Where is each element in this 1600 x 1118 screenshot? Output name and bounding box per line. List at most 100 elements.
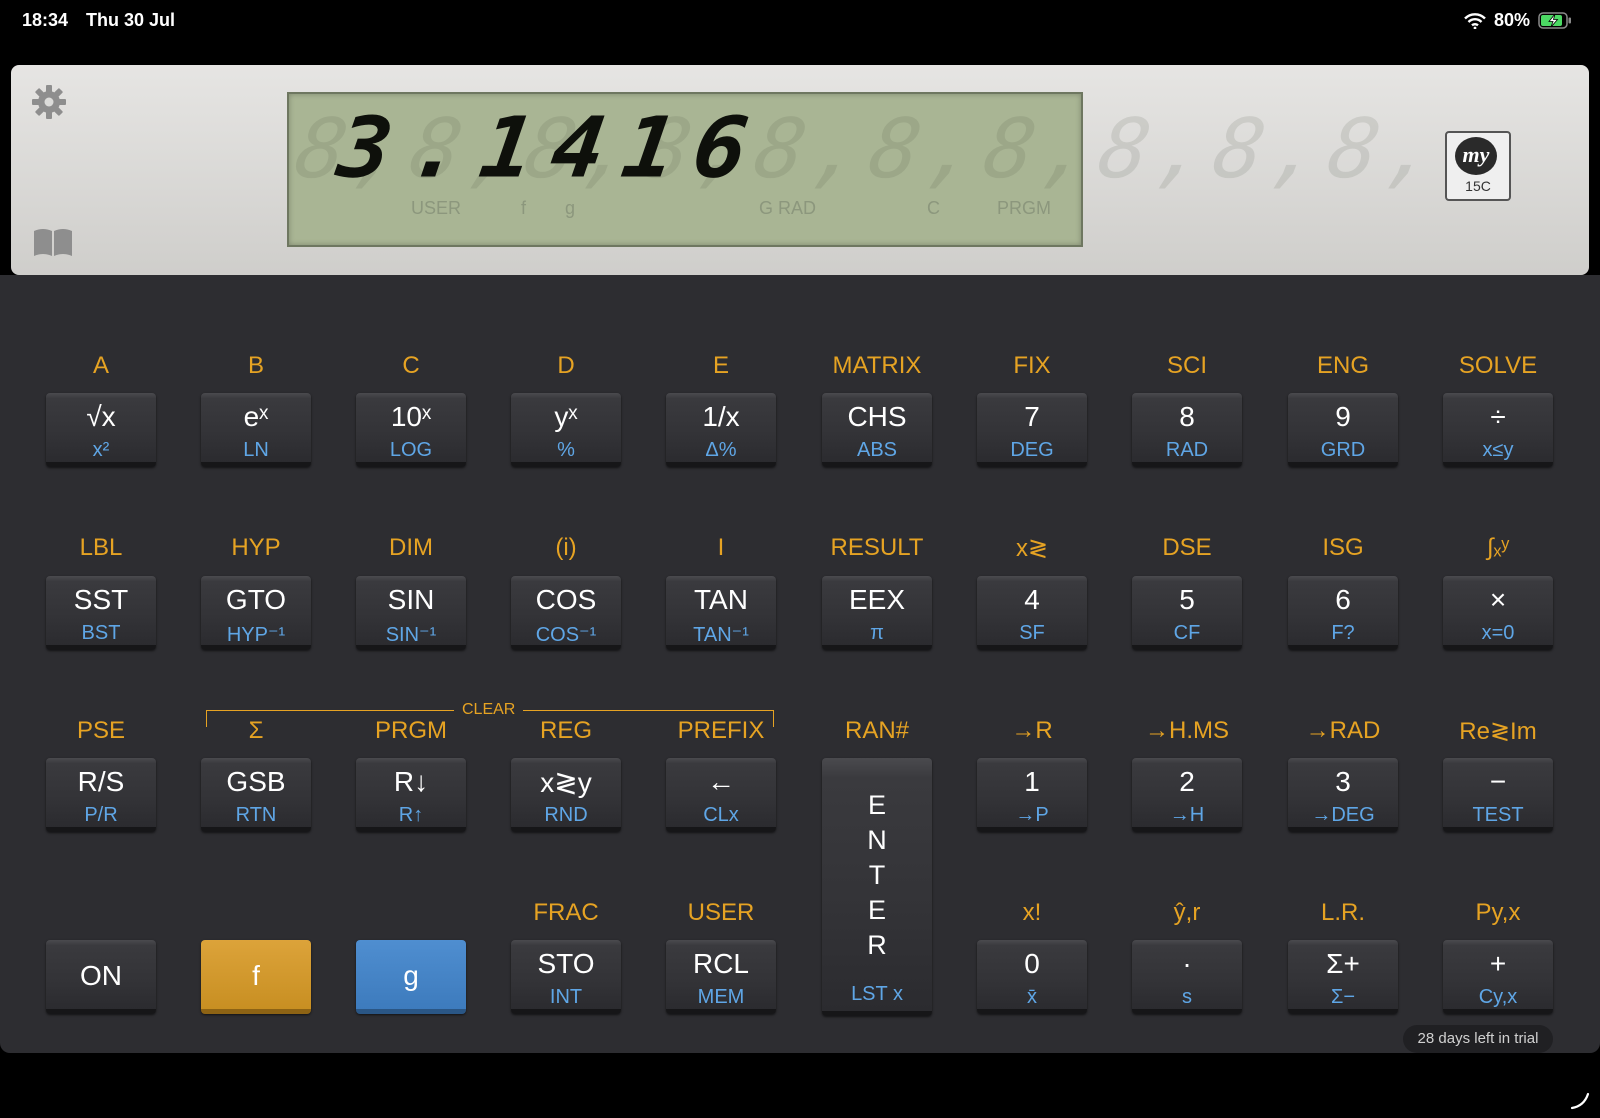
key-blue-label: HYP⁻¹ [226,624,286,646]
gold-label-r2c2: HYP [231,534,281,561]
gear-icon[interactable] [30,83,68,121]
key-r1c7[interactable]: 7 DEG [977,393,1087,467]
key-face-label: g [403,960,419,991]
clear-label: CLEAR [454,701,524,719]
key-r1c10[interactable]: ÷ x≤y [1443,393,1553,467]
key-face-label: x≷y [540,767,592,798]
key-r1c2[interactable]: eˣ LN [201,393,311,467]
gold-label-r1c2: B [247,352,264,379]
key-r2c8[interactable]: 5 CF [1132,576,1242,650]
gold-label-r3c9: →RAD [1305,717,1381,744]
key-blue-label: F? [1331,622,1355,644]
key-face-label: · [1182,948,1192,979]
gold-label-r1c5: E [712,352,729,379]
gold-label-r1c6: MATRIX [832,352,922,379]
key-r3c10[interactable]: − TEST [1443,758,1553,832]
annunciator-f: f [521,198,527,218]
key-blue-label: RTN [235,804,277,826]
key-face-label: GTO [225,584,287,615]
gold-label-r2c6: RESULT [830,534,924,561]
key-r1c1[interactable]: √x x² [46,393,156,467]
gold-label-r4c9: L.R. [1320,899,1365,926]
key-r1c4[interactable]: yˣ% [511,393,621,467]
key-r1c8[interactable]: 8 RAD [1132,393,1242,467]
gold-label-r3c1: PSE [76,717,126,744]
key-r2c5[interactable]: TAN TAN⁻¹ [666,576,776,650]
key-face-label: EEX [848,584,906,615]
key-r2c9[interactable]: 6 F? [1288,576,1398,650]
gold-label-r4c7: x! [1022,899,1042,926]
gold-label-r1c10: SOLVE [1458,352,1538,379]
key-r4c4[interactable]: STO INT [511,940,621,1014]
key-blue-label: RND [544,804,588,826]
gold-label-r3c10: Re≷Im [1459,718,1537,745]
key-r1c3[interactable]: 10ˣ LOG [356,393,466,467]
key-blue-label: % [557,439,575,461]
key-blue-label: →DEG [1311,804,1375,826]
key-face-label: R/S [77,766,125,797]
key-face-label: 6 [1335,584,1351,615]
book-icon[interactable] [32,226,74,258]
key-r3c7[interactable]: 1 →P [977,758,1087,832]
key-blue-label: SF [1019,622,1045,644]
enter-key-label: E N T E R [867,790,887,960]
key-r4c5[interactable]: RCL MEM [666,940,776,1014]
annunciator-user: USER [411,198,462,218]
key-r4c8[interactable]: · s [1132,940,1242,1014]
resize-handle-icon [1570,1092,1590,1110]
key-r2c2[interactable]: GTO HYP⁻¹ [201,576,311,650]
gold-label-r2c8: DSE [1162,534,1212,561]
key-r2c6[interactable]: EEX π [822,576,932,650]
lcd-display: 8,8,8,8,8,8,8,8,8,8, 3.1416 USER f g G R… [287,92,1453,247]
key-r1c6[interactable]: CHS ABS [822,393,932,467]
key-r4c2[interactable]: f [201,940,311,1014]
key-r3c3[interactable]: R↓ R↑ [356,758,466,832]
key-r1c5[interactable]: 1/x Δ% [666,393,776,467]
key-face-label: 7 [1024,401,1040,432]
key-r3c1[interactable]: R/S P/R [46,758,156,832]
key-face-label: R↓ [393,766,429,797]
key-r3c4[interactable]: x≷y RND [511,758,621,832]
annunciator-g: g [565,198,576,218]
key-r1c9[interactable]: 9 GRD [1288,393,1398,467]
key-r3c8[interactable]: 2 →H [1132,758,1242,832]
key-r4c1[interactable]: ON [46,940,156,1014]
battery-charging-icon [1538,12,1571,29]
key-blue-label: x=0 [1481,622,1515,644]
key-r3c5[interactable]: ← CLx [666,758,776,832]
lcd-value: 3.1416 [332,98,772,197]
key-face-label: 3 [1335,766,1351,797]
key-face-label: 10ˣ [390,401,432,432]
logo-mark: my [1455,137,1497,175]
gold-label-r1c7: FIX [1013,352,1051,379]
key-r4c9[interactable]: Σ+ Σ− [1288,940,1398,1014]
key-r2c3[interactable]: SIN SIN⁻¹ [356,576,466,650]
gold-label-r1c3: C [402,352,420,379]
my15c-logo[interactable]: my 15C [1445,131,1511,201]
key-r3c2[interactable]: GSB RTN [201,758,311,832]
annunciator-grad: G RAD [759,198,817,218]
key-blue-label: LN [243,439,269,461]
status-time: 18:34 [22,10,69,30]
key-face-label: 4 [1024,584,1040,615]
key-r2c4[interactable]: COS COS⁻¹ [511,576,621,650]
key-face-label: yˣ [554,401,578,432]
key-r3c9[interactable]: 3 →DEG [1288,758,1398,832]
key-blue-label: x≤y [1482,439,1514,461]
key-r4c3[interactable]: g [356,940,466,1014]
key-blue-label: →P [1015,804,1049,826]
key-blue-label: GRD [1320,439,1366,461]
key-enter[interactable]: E N T E R LST x [822,758,932,1016]
key-blue-label: x² [92,439,110,461]
key-r2c1[interactable]: SST BST [46,576,156,650]
key-r4c7[interactable]: 0 x̄ [977,940,1087,1014]
key-r4c10[interactable]: + Cy,x [1443,940,1553,1014]
key-face-label: COS [535,584,597,615]
gold-label-r1c4: D [557,352,575,379]
key-r2c7[interactable]: 4 SF [977,576,1087,650]
key-face-label: 0 [1024,948,1040,979]
key-r2c10[interactable]: × x=0 [1443,576,1553,650]
key-face-label: 9 [1335,401,1351,432]
key-blue-label: CF [1173,622,1201,644]
key-face-label: STO [537,948,595,979]
